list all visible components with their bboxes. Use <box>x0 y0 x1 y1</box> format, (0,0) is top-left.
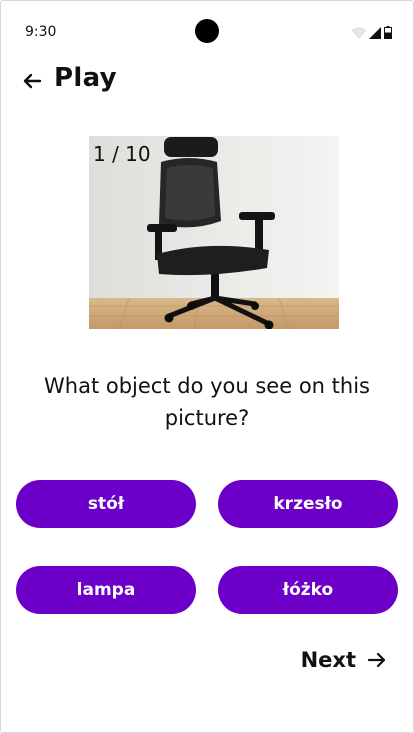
signal-icon <box>369 26 381 39</box>
question-counter: 1 / 10 <box>93 142 151 166</box>
wifi-icon <box>352 27 366 38</box>
camera-cutout <box>195 19 219 43</box>
answer-button-2[interactable]: krzesło <box>218 480 398 528</box>
answer-button-4[interactable]: łóżko <box>218 566 398 614</box>
next-button[interactable]: Next <box>301 648 388 672</box>
status-time: 9:30 <box>25 24 57 40</box>
question-text: What object do you see on this picture? <box>44 374 370 430</box>
answer-button-1[interactable]: stół <box>16 480 196 528</box>
battery-icon <box>384 26 392 39</box>
arrow-left-icon[interactable] <box>18 66 48 96</box>
device-frame <box>0 0 414 733</box>
answer-button-3[interactable]: lampa <box>16 566 196 614</box>
next-label: Next <box>300 648 356 672</box>
arrow-right-icon <box>367 652 386 668</box>
status-icons <box>352 26 392 39</box>
page-title: Play <box>54 63 117 93</box>
